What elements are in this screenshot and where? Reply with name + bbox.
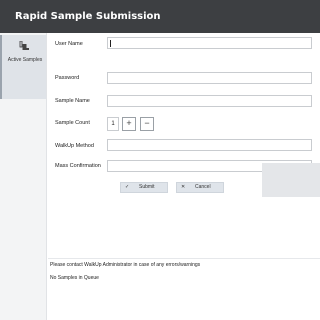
queue-status: No Samples in Queue [50,275,99,281]
cancel-button[interactable]: ✕ Cancel [176,182,224,193]
divider [48,258,320,259]
sidebar: Active Samples [0,33,47,320]
sample-name-label: Sample Name [55,98,90,104]
sidebar-item-active-samples[interactable]: Active Samples [0,35,46,99]
walkup-method-label: WalkUp Method [55,143,94,149]
submit-label: Submit [139,184,155,190]
password-label: Password [55,75,80,81]
increment-button[interactable]: + [122,117,136,131]
sample-count-label: Sample Count [55,120,90,126]
window-title-bar: Rapid Sample Submission [0,0,320,33]
sample-vial-icon [19,41,29,50]
password-field[interactable] [107,72,312,84]
window-title: Rapid Sample Submission [15,11,161,22]
close-icon: ✕ [181,184,186,190]
contact-note: Please contact WalkUp Administrator in c… [50,262,201,268]
submit-button[interactable]: ✓ Submit [120,182,168,193]
cancel-label: Cancel [195,184,211,190]
mass-confirmation-label: Mass Confirmation [55,163,101,169]
user-name-field[interactable] [107,37,312,49]
right-panel-strip [262,163,320,197]
user-name-label: User Name [55,41,83,47]
decrement-button[interactable]: − [140,117,154,131]
walkup-method-field[interactable] [107,139,312,151]
sidebar-item-label: Active Samples [7,57,43,63]
check-icon: ✓ [125,184,130,190]
sample-name-field[interactable] [107,95,312,107]
sample-count-field[interactable]: 1 [107,117,119,131]
